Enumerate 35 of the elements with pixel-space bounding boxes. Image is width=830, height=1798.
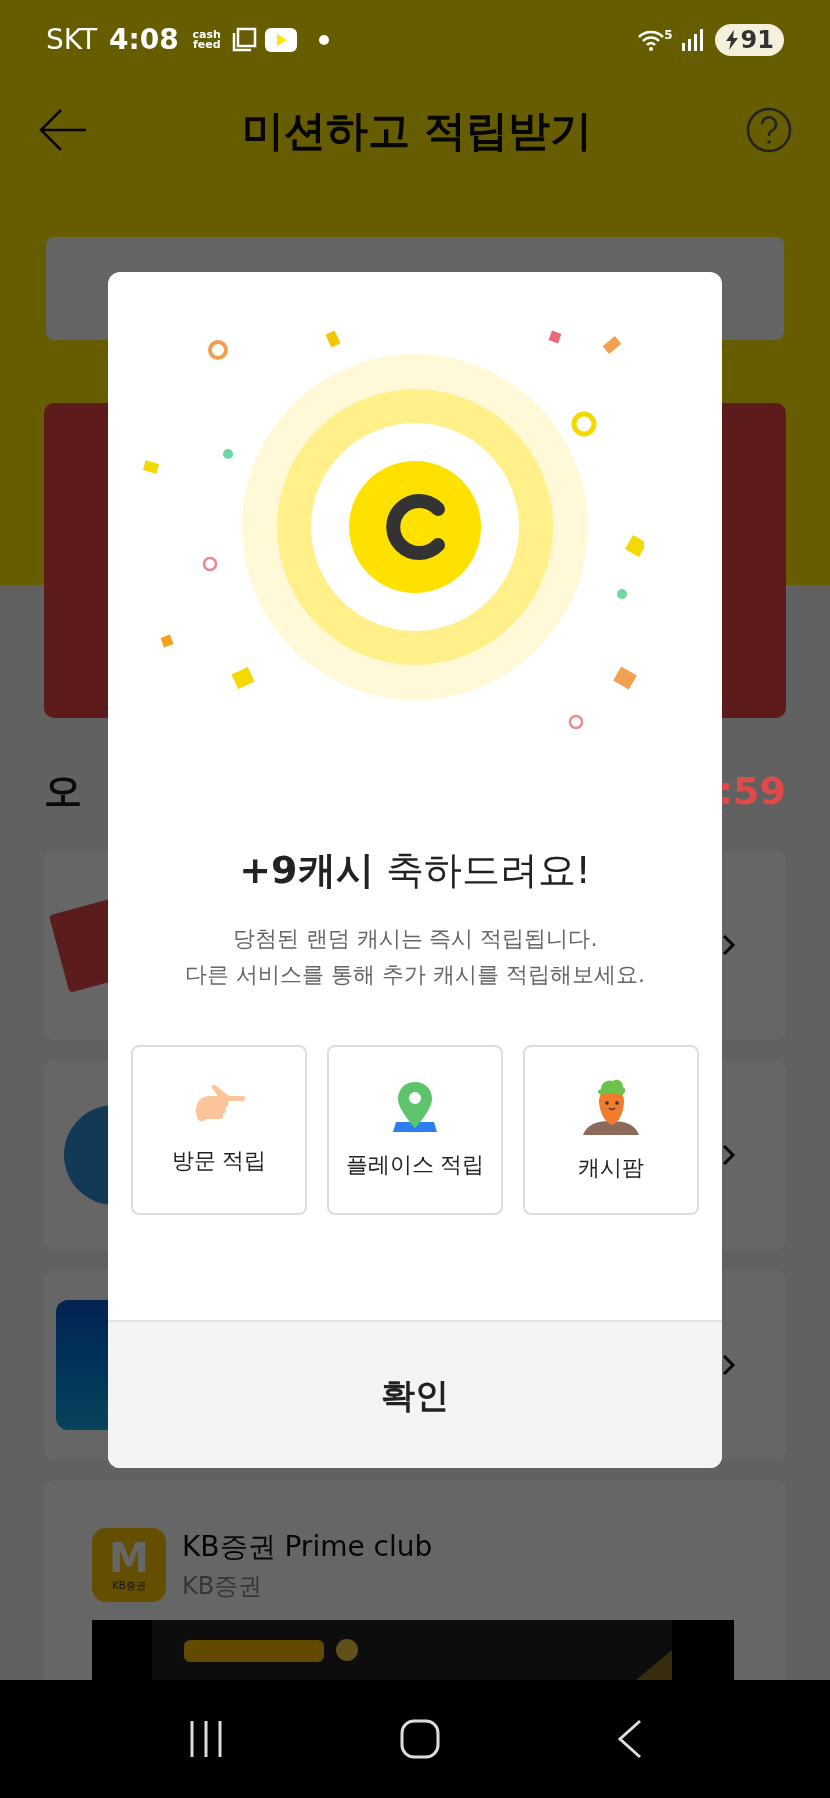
home-icon[interactable] bbox=[400, 1719, 440, 1759]
clock-time: 4:08 bbox=[109, 22, 179, 58]
wifi-icon bbox=[638, 29, 665, 51]
logo-letter: M bbox=[109, 1537, 149, 1578]
back-icon[interactable] bbox=[616, 1719, 642, 1759]
countdown-timer: :59 bbox=[717, 768, 786, 815]
page-title: 미션하고 적립받기 bbox=[240, 104, 594, 157]
dot-icon bbox=[318, 35, 329, 45]
map-pin-icon bbox=[392, 1079, 438, 1134]
shortcut-button[interactable]: 방문 적립 bbox=[131, 1045, 307, 1215]
chevron-right-icon bbox=[722, 934, 736, 956]
battery-level: 91 bbox=[740, 25, 774, 56]
shortcut-button[interactable]: 캐시팜 bbox=[523, 1045, 699, 1215]
reward-amount: +9캐시 bbox=[239, 847, 374, 894]
app-badge-label: cash feed bbox=[191, 30, 222, 50]
logo-caption: KB증권 bbox=[112, 1578, 146, 1593]
dialog-message: 당첨된 랜덤 캐시는 즉시 적립됩니다. bbox=[232, 925, 598, 953]
network-label: 5 bbox=[664, 27, 673, 44]
shortcut-button[interactable]: 플레이스 적립 bbox=[327, 1045, 503, 1215]
confirm-button[interactable]: 확인 bbox=[108, 1320, 722, 1468]
chevron-right-icon bbox=[722, 1144, 736, 1166]
recent-apps-icon[interactable] bbox=[188, 1719, 224, 1759]
ring-around-coin-icon bbox=[570, 410, 598, 438]
gallery-icon bbox=[230, 27, 257, 53]
video-play-icon bbox=[264, 28, 297, 52]
back-arrow-icon[interactable] bbox=[38, 108, 88, 152]
sponsor-title: KB증권 Prime club bbox=[182, 1529, 433, 1565]
carrier-label: SKT bbox=[46, 22, 98, 58]
chevron-right-icon bbox=[722, 1354, 736, 1376]
charging-bolt-icon bbox=[724, 30, 739, 50]
coin-icon bbox=[242, 354, 588, 700]
congrats-text: 축하드려요! bbox=[385, 847, 591, 894]
section-title: 오 bbox=[44, 768, 82, 815]
dialog-message: 다른 서비스를 통해 추가 캐시를 적립해보세요. bbox=[185, 961, 645, 989]
signal-icon bbox=[680, 29, 703, 51]
